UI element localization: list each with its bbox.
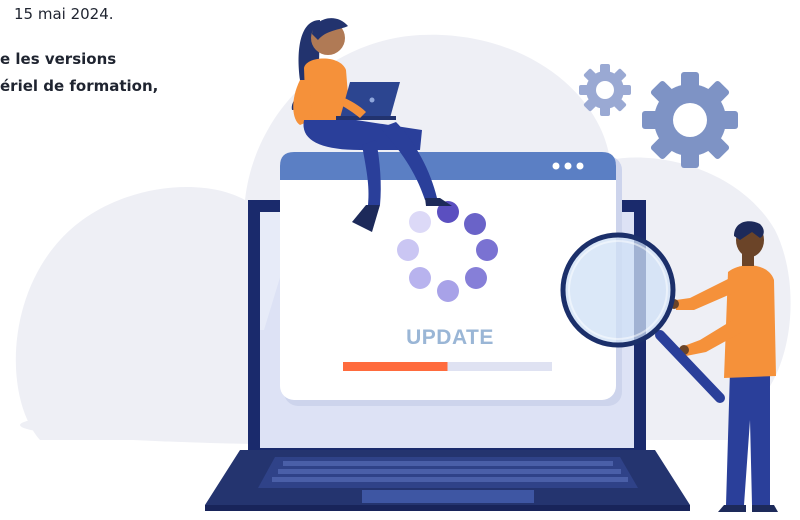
bold-text-line-1: e les versions <box>0 50 117 68</box>
laptop-touchpad <box>362 490 534 503</box>
keyboard-keys <box>272 461 628 482</box>
bold-text-line-2: ériel de formation, <box>0 77 159 95</box>
progress-fill <box>343 362 448 371</box>
laptop-front-edge <box>205 505 690 511</box>
three-dots-icon[interactable] <box>552 162 584 170</box>
small-gear-icon <box>579 64 631 116</box>
date-fragment: 15 mai 2024. <box>14 5 114 23</box>
large-gear-icon <box>642 72 738 168</box>
update-label: UPDATE <box>406 326 494 349</box>
